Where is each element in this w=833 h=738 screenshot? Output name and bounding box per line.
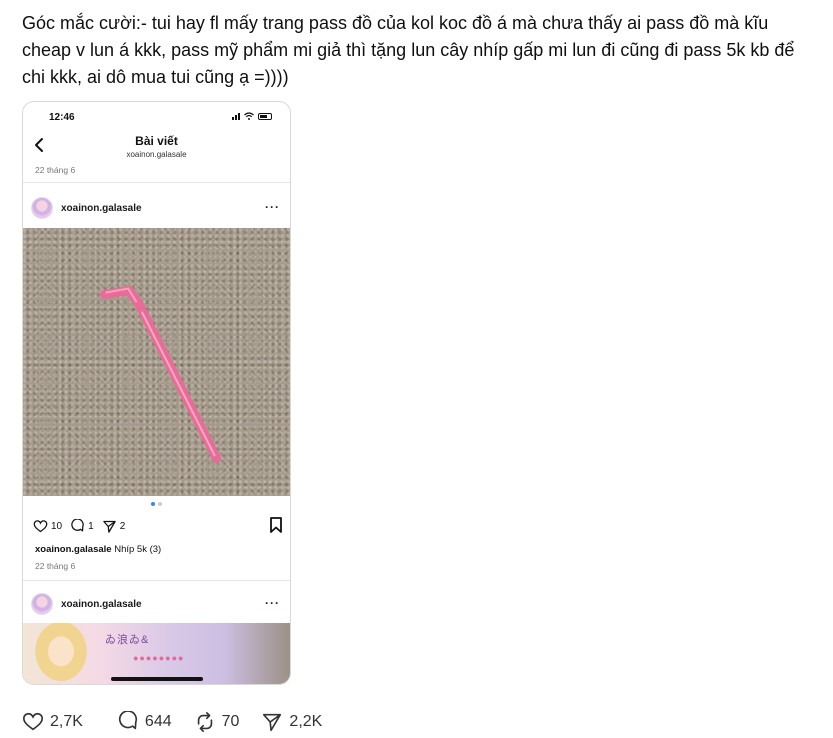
post-actions: 10 1 2 — [33, 516, 283, 536]
status-bar: 12:46 — [23, 102, 290, 132]
post-date: 22 tháng 6 — [35, 165, 76, 175]
more-icon[interactable]: ··· — [265, 596, 280, 610]
package-dots: ●●●●●●●● — [133, 653, 185, 663]
post-photo-tweezers[interactable] — [23, 228, 290, 496]
like-action[interactable]: 10 — [33, 519, 62, 534]
more-icon[interactable]: ··· — [265, 200, 280, 214]
repost-count: 70 — [221, 713, 240, 730]
share-icon — [102, 520, 116, 533]
post-text: Góc mắc cười:- tui hay fl mấy trang pass… — [22, 13, 795, 87]
wifi-icon — [244, 112, 254, 120]
repost-button[interactable]: 70 — [194, 711, 240, 733]
home-indicator — [111, 677, 203, 681]
like-count: 10 — [51, 520, 63, 532]
post-photo-lashes[interactable]: ゐ浪ゐ& ●●●●●●●● — [23, 623, 290, 684]
share-button[interactable]: 2,2K — [261, 711, 322, 733]
caption-date: 22 tháng 6 — [35, 561, 76, 571]
reply-count: 644 — [144, 713, 172, 730]
comment-icon — [71, 518, 84, 531]
signal-icon — [232, 112, 240, 120]
post-nav-header: Bài viết xoainon.galasale — [23, 130, 290, 166]
avatar[interactable] — [31, 593, 53, 615]
share-action[interactable]: 2 — [102, 519, 126, 534]
like-count: 2,7K — [50, 713, 83, 730]
bookmark-icon[interactable] — [269, 517, 283, 533]
status-time: 12:46 — [49, 112, 75, 123]
user-row[interactable]: xoainon.galasale ··· — [23, 194, 290, 224]
post-stats: 2,7K 644 70 2,2K — [22, 708, 344, 736]
anime-girl-image — [31, 623, 91, 684]
nav-title: Bài viết — [135, 134, 178, 148]
status-icons — [232, 112, 272, 120]
post-caption: xoainon.galasale Nhíp 5k (3) — [35, 544, 161, 555]
repost-icon — [197, 712, 212, 732]
username[interactable]: xoainon.galasale — [61, 203, 142, 214]
nav-subtitle: xoainon.galasale — [126, 150, 187, 159]
avatar[interactable] — [31, 197, 53, 219]
user-row-2[interactable]: xoainon.galasale ··· — [23, 590, 290, 620]
username-2[interactable]: xoainon.galasale — [61, 599, 142, 610]
share-count: 2,2K — [289, 713, 323, 730]
comment-count: 1 — [88, 520, 94, 532]
heart-icon — [23, 712, 43, 731]
carousel-dots — [23, 502, 290, 506]
divider — [23, 580, 290, 581]
share-icon — [263, 713, 282, 732]
heart-icon — [33, 519, 48, 532]
like-button[interactable]: 2,7K — [22, 711, 83, 733]
comment-action[interactable]: 1 — [70, 518, 94, 534]
caption-username[interactable]: xoainon.galasale — [35, 544, 112, 555]
caption-text: Nhíp 5k (3) — [111, 544, 162, 555]
reply-button[interactable]: 644 — [117, 711, 172, 733]
share-count: 2 — [119, 520, 126, 532]
embedded-screenshot[interactable]: 12:46 Bài viết xoainon.galasale 22 tháng… — [22, 101, 291, 685]
divider — [23, 182, 290, 183]
battery-icon — [258, 112, 272, 120]
package-text: ゐ浪ゐ& — [105, 634, 150, 646]
comment-icon — [118, 711, 137, 730]
tweezer-image — [99, 286, 222, 463]
